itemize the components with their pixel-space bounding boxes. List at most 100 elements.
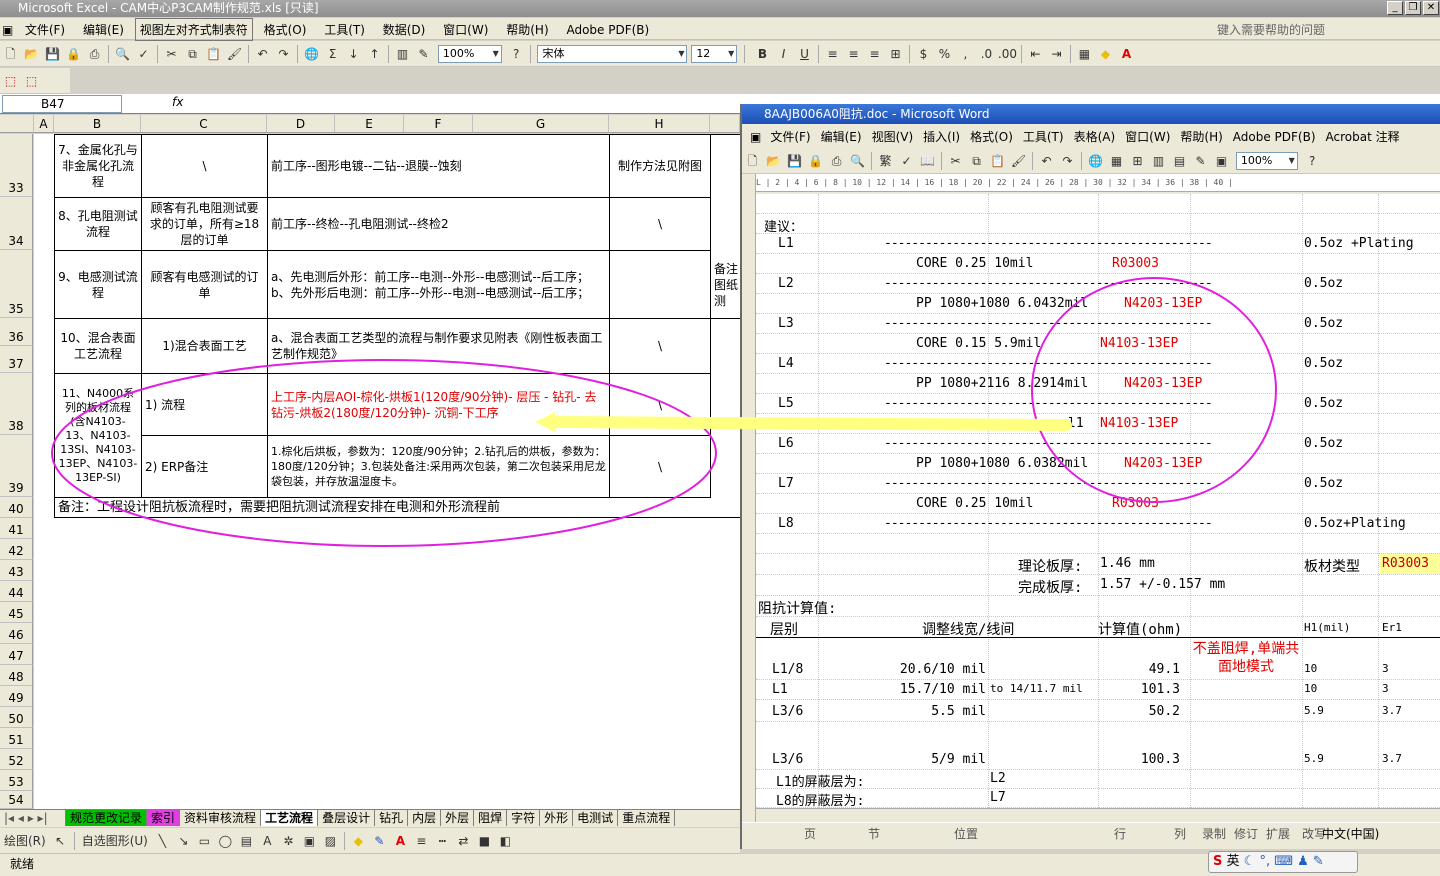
cell-b40-note[interactable]: 备注：工程设计阻抗板流程时，需要把阻抗测试流程安排在电测和外形流程前 [55,498,744,517]
redo-icon[interactable]: ↷ [273,44,294,64]
col-header-f[interactable]: F [404,115,473,133]
word-menu-window[interactable]: 窗口(W) [1120,125,1175,145]
row-header-41[interactable]: 41 [0,518,33,539]
format-painter-icon[interactable]: 🖌 [224,44,245,64]
increase-indent-icon[interactable]: ⇥ [1046,44,1067,64]
arrow-style-icon[interactable]: ⇄ [453,831,474,851]
font-color-icon[interactable]: A [390,831,411,851]
document-map-icon[interactable]: ▣ [1211,151,1232,171]
oval-icon[interactable]: ◯ [215,831,236,851]
picture-icon[interactable]: ▨ [320,831,341,851]
3d-icon[interactable]: ◧ [495,831,516,851]
redo-icon[interactable]: ↷ [1057,151,1078,171]
copy-icon[interactable]: ⧉ [182,44,203,64]
sheet-tab[interactable]: 内层 [408,810,442,826]
fill-color-icon[interactable]: ◆ [1095,44,1116,64]
menu-window[interactable]: 窗口(W) [436,18,495,38]
font-select[interactable]: 宋体 [537,45,688,63]
restore-button[interactable]: ❐ [1405,1,1421,15]
line-style-icon[interactable]: ≡ [411,831,432,851]
word-menu-table[interactable]: 表格(A) [1069,125,1121,145]
row-header-51[interactable]: 51 [0,728,33,749]
horizontal-ruler[interactable]: L | 2 | 4 | 6 | 8 | 10 | 12 | 14 | 16 | … [756,174,1440,192]
cell-b38[interactable]: 11、N4000系列的板材流程(含N4103-13、N4103-13SI、N41… [55,374,142,498]
sheet-tab[interactable]: 钻孔 [375,810,409,826]
cell-b35[interactable]: 9、电感测试流程 [55,251,142,319]
draw-menu[interactable]: 绘图(R) [0,831,50,851]
new-icon[interactable]: 🗋 [0,44,21,64]
col-header-h[interactable]: H [609,115,710,133]
cell-h33[interactable]: 制作方法见附图 [610,135,711,198]
row-header-52[interactable]: 52 [0,749,33,770]
research-icon[interactable]: 📖 [917,151,938,171]
word-menu-edit[interactable]: 编辑(E) [816,125,867,145]
insert-table-icon[interactable]: ⊞ [1127,151,1148,171]
arrow-icon[interactable]: ↘ [173,831,194,851]
dash-style-icon[interactable]: ┅ [432,831,453,851]
sheet-tab[interactable]: 资料审核流程 [180,810,262,826]
vertical-ruler[interactable] [742,174,756,822]
select-all-corner[interactable] [0,115,34,133]
align-left-icon[interactable]: ≡ [822,44,843,64]
word-menu-acrobat[interactable]: Acrobat 注释 [1321,125,1405,145]
insert-excel-icon[interactable]: ▥ [1148,151,1169,171]
help-search-input[interactable]: 键入需要帮助的问题 [1210,18,1332,38]
word-menu-adobe-pdf[interactable]: Adobe PDF(B) [1228,127,1321,144]
convert-pdf-icon[interactable]: ⬚ [0,71,21,91]
drawing-icon[interactable]: ✎ [1190,151,1211,171]
row-header-40[interactable]: 40 [0,497,33,518]
cell-h36[interactable]: \ [610,319,711,374]
help-icon[interactable]: ? [1302,151,1323,171]
row-header-47[interactable]: 47 [0,644,33,665]
fx-icon[interactable]: fx [172,95,183,109]
increase-decimal-icon[interactable]: .0 [976,44,997,64]
col-header-c[interactable]: C [141,115,267,133]
undo-icon[interactable]: ↶ [1036,151,1057,171]
cell-d34[interactable]: 前工序--终检--孔电阻测试--终检2 [268,198,610,251]
copy-icon[interactable]: ⧉ [966,151,987,171]
menu-tools[interactable]: 工具(T) [317,18,372,38]
hyperlink-icon[interactable]: 🌐 [301,44,322,64]
row-header-42[interactable]: 42 [0,539,33,560]
new-icon[interactable]: 🗋 [742,151,763,171]
spelling-icon[interactable]: ✓ [133,44,154,64]
sheet-tab[interactable]: 外层 [441,810,475,826]
cell-c35[interactable]: 顾客有电感测试的订单 [142,251,268,319]
format-painter-icon[interactable]: 🖌 [1008,151,1029,171]
minimize-button[interactable]: _ [1387,1,1403,15]
cell-c36[interactable]: 1)混合表面工艺 [142,319,268,374]
print-icon[interactable]: ⎙ [84,44,105,64]
open-icon[interactable]: 📂 [763,151,784,171]
diagram-icon[interactable]: ✲ [278,831,299,851]
rectangle-icon[interactable]: ▭ [194,831,215,851]
sheet-tab-active[interactable]: 工艺流程 [261,810,319,826]
word-menu-help[interactable]: 帮助(H) [1175,125,1227,145]
row-header-35[interactable]: 35 [0,250,33,318]
sheet-tab[interactable]: 规范更改记录 [66,810,148,826]
cell-d38[interactable]: 上工序-内层AOI-棕化-烘板1(120度/90分钟)- 层压 - 钻孔- 去钻… [268,374,610,436]
col-header-i[interactable] [710,115,740,133]
menu-file[interactable]: 文件(F) [18,18,72,38]
row-header-46[interactable]: 46 [0,623,33,644]
font-color-icon[interactable]: A [1116,44,1137,64]
line-color-icon[interactable]: ✎ [369,831,390,851]
merge-center-icon[interactable]: ⊞ [885,44,906,64]
cell-b33[interactable]: 7、金属化孔与非金属化孔流程 [55,135,142,198]
name-box[interactable]: B47 [2,95,122,113]
row-header-33[interactable]: 33 [0,134,33,197]
print-preview-icon[interactable]: 🔍 [847,151,868,171]
close-button[interactable]: ✕ [1423,1,1439,15]
menu-view[interactable]: 视图左对齐式制表符 [134,18,253,41]
comma-icon[interactable]: , [955,44,976,64]
sort-asc-icon[interactable]: ↓ [343,44,364,64]
sheet-tab[interactable]: 阻焊 [474,810,508,826]
permission-icon[interactable]: 🔒 [63,44,84,64]
wordart-icon[interactable]: A [257,831,278,851]
cut-icon[interactable]: ✂ [945,151,966,171]
cell-b34[interactable]: 8、孔电阻测试流程 [55,198,142,251]
ime-mode[interactable]: 英 [1227,854,1240,869]
zoom-select[interactable]: 100% [437,45,502,63]
col-header-b[interactable]: B [54,115,141,133]
col-header-g[interactable]: G [473,115,609,133]
columns-icon[interactable]: ▤ [1169,151,1190,171]
